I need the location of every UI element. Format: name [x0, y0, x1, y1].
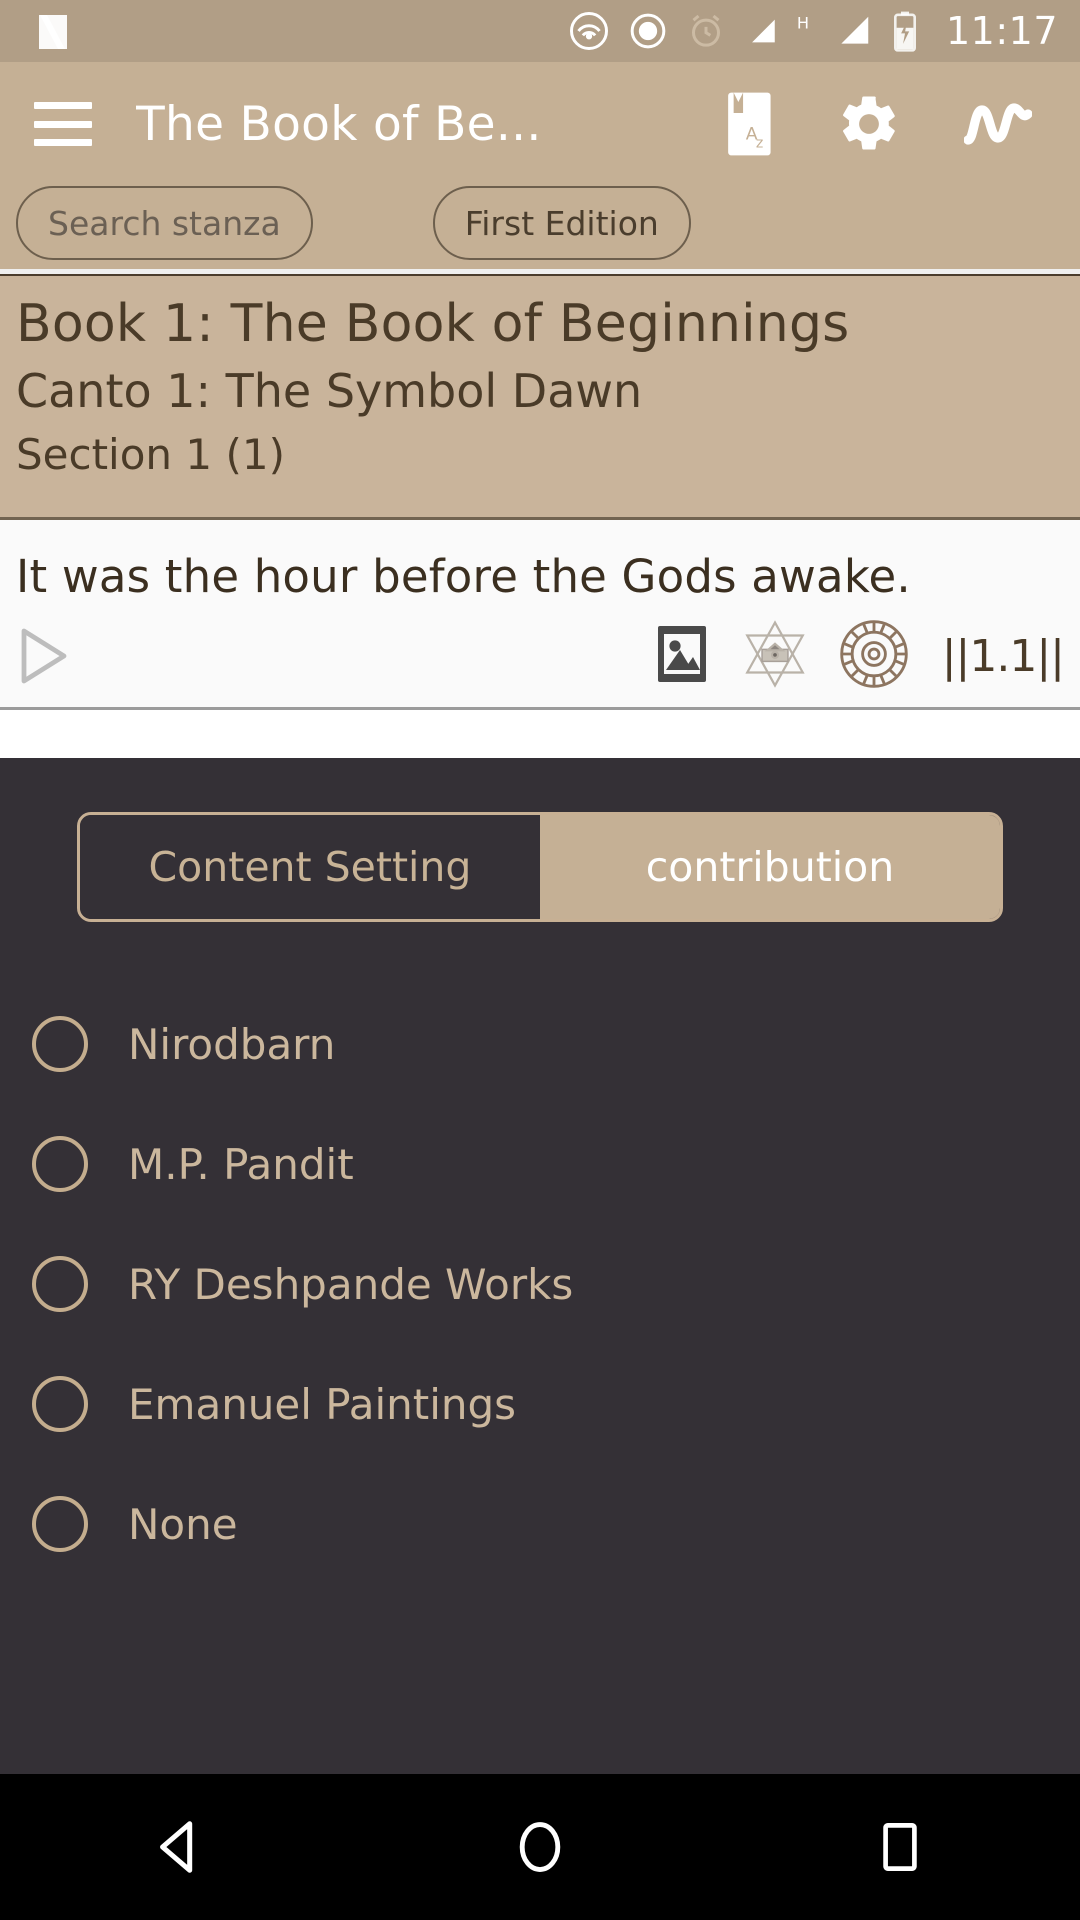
signal-2-icon	[834, 12, 874, 50]
image-icon[interactable]	[650, 622, 714, 690]
page-title: The Book of Be...	[136, 96, 542, 152]
option-emanuel-paintings[interactable]: Emanuel Paintings	[32, 1344, 1080, 1464]
verse-tools: ||1.1||	[650, 616, 1065, 696]
verse-block: It was the hour before the Gods awake. |…	[0, 520, 1080, 710]
filter-chip-row: Search stanza First Edition	[0, 186, 1080, 274]
settings-gear-icon[interactable]	[836, 91, 902, 157]
chart-line-icon[interactable]	[964, 97, 1032, 151]
search-stanza-chip[interactable]: Search stanza	[16, 186, 313, 260]
app-bar-actions: A z	[720, 91, 1046, 157]
settings-panel: Content Setting contribution Nirodbarn M…	[0, 758, 1080, 1774]
battery-charging-icon	[892, 10, 918, 52]
status-bar-clock: 11:17	[945, 9, 1058, 53]
book-title: Book 1: The Book of Beginnings	[16, 294, 850, 354]
back-triangle-icon[interactable]	[120, 1797, 240, 1897]
section-title: Section 1 (1)	[16, 429, 285, 479]
radio-circle-icon[interactable]	[32, 1256, 88, 1312]
signal-icon	[744, 14, 780, 48]
app-bar: The Book of Be... A z	[0, 62, 1080, 186]
svg-text:z: z	[756, 136, 763, 152]
option-none[interactable]: None	[32, 1464, 1080, 1584]
option-label: RY Deshpande Works	[128, 1259, 574, 1309]
radio-circle-icon[interactable]	[32, 1136, 88, 1192]
android-navigation-bar	[0, 1774, 1080, 1920]
canto-title: Canto 1: The Symbol Dawn	[16, 364, 643, 419]
verse-text: It was the hour before the Gods awake.	[16, 550, 911, 603]
option-nirodbarn[interactable]: Nirodbarn	[32, 984, 1080, 1104]
option-label: M.P. Pandit	[128, 1139, 354, 1189]
option-label: None	[128, 1499, 238, 1549]
contribution-options-list: Nirodbarn M.P. Pandit RY Deshpande Works…	[0, 984, 1080, 1584]
status-bar-right: H 11:17	[568, 9, 1058, 53]
radio-circle-icon[interactable]	[32, 1016, 88, 1072]
option-mp-pandit[interactable]: M.P. Pandit	[32, 1104, 1080, 1224]
phone-screen: H 11:17 The Book of Be... A z Search sta…	[0, 0, 1080, 1920]
cast-icon	[568, 10, 610, 52]
status-bar: H 11:17	[0, 0, 1080, 62]
option-label: Emanuel Paintings	[128, 1379, 517, 1429]
stanza-reference: ||1.1||	[941, 630, 1065, 682]
hamburger-menu-icon[interactable]	[34, 102, 92, 146]
radio-circle-icon[interactable]	[32, 1376, 88, 1432]
recents-square-icon[interactable]	[840, 1797, 960, 1897]
settings-tab-group: Content Setting contribution	[77, 812, 1003, 922]
tab-content-setting[interactable]: Content Setting	[80, 815, 540, 919]
radio-circle-icon[interactable]	[32, 1496, 88, 1552]
dictionary-icon[interactable]: A z	[720, 91, 774, 157]
option-label: Nirodbarn	[128, 1019, 336, 1069]
status-bar-left	[34, 11, 72, 51]
do-not-disturb-icon	[628, 11, 668, 51]
book-header: Book 1: The Book of Beginnings Canto 1: …	[0, 274, 1080, 520]
lotus-wheel-icon[interactable]	[836, 616, 912, 696]
tab-contribution[interactable]: contribution	[540, 815, 1000, 919]
play-triangle-icon[interactable]	[16, 624, 76, 688]
verse-toolbar: ||1.1||	[0, 612, 1080, 700]
option-ry-deshpande-works[interactable]: RY Deshpande Works	[32, 1224, 1080, 1344]
star-hexagram-icon[interactable]	[738, 617, 812, 695]
edition-chip[interactable]: First Edition	[432, 186, 691, 260]
alarm-icon	[686, 11, 726, 51]
home-circle-icon[interactable]	[480, 1797, 600, 1897]
svg-text:H: H	[797, 14, 809, 33]
hspa-icon: H	[790, 10, 816, 36]
content-gap	[0, 710, 1080, 758]
app-logo-n-icon	[34, 11, 72, 51]
